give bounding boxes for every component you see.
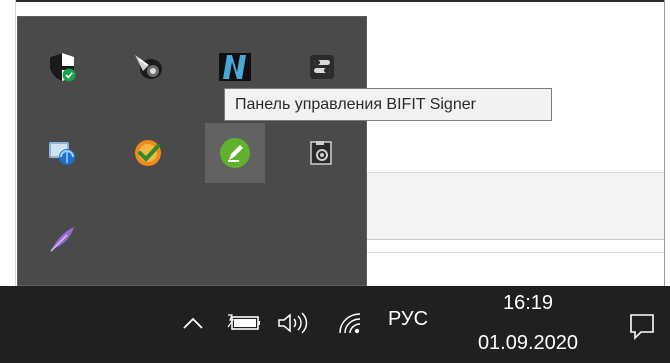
camera-app-icon[interactable] [300,131,344,175]
window-toolbar-band [366,172,664,240]
notification-overflow-popup [17,16,367,286]
action-center-icon[interactable] [622,308,662,344]
taskbar: РУС 16:19 01.09.2020 [0,286,670,363]
chevron-up-icon[interactable] [178,308,208,338]
network-settings-icon[interactable] [40,131,84,175]
window-divider [366,252,664,253]
wifi-icon[interactable] [334,308,370,338]
window-left-panel [0,0,16,286]
toggle-app-icon[interactable] [300,45,344,89]
volume-icon[interactable] [274,308,314,338]
clock-date[interactable]: 01.09.2020 [466,332,590,355]
orange-checkmark-icon[interactable] [126,131,170,175]
window-top-border [0,0,670,2]
battery-icon[interactable] [224,310,264,336]
window-right-border [664,0,670,286]
n-app-icon[interactable] [213,45,257,89]
purple-feather-icon[interactable] [40,217,84,261]
clock-time[interactable]: 16:19 [466,292,590,315]
bifit-signer-icon[interactable] [205,123,265,183]
tray-tooltip: Панель управления BIFIT Signer [224,88,552,121]
windows-security-icon[interactable] [40,45,84,89]
speaker-app-icon[interactable] [126,45,170,89]
language-indicator[interactable]: РУС [388,308,428,331]
